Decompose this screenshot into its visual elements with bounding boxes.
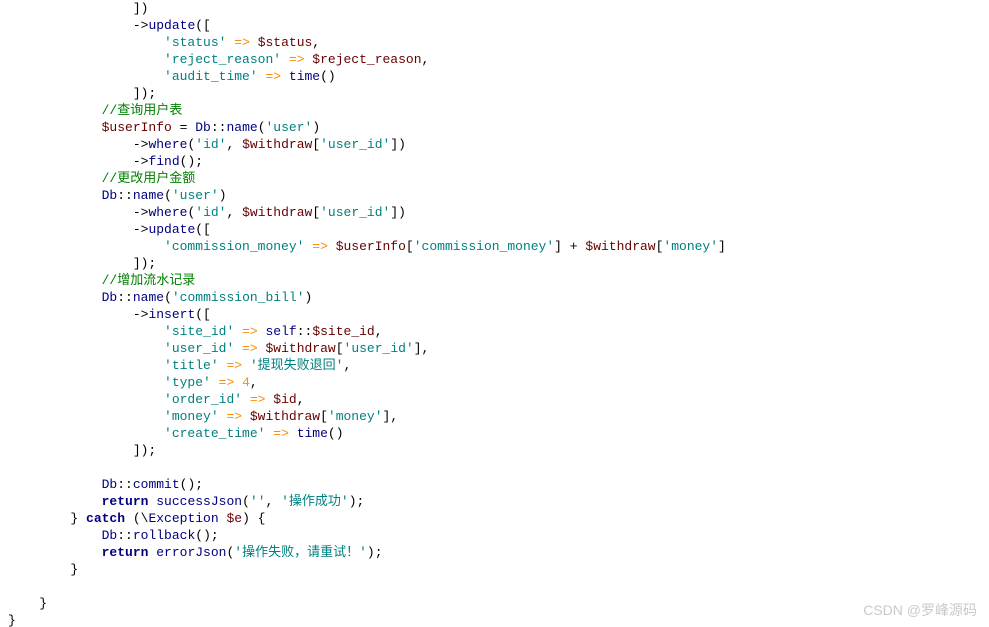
code-line: ->update([ <box>8 222 211 237</box>
code-line: ->insert([ <box>8 307 211 322</box>
code-line: 'reject_reason' => $reject_reason, <box>8 52 429 67</box>
code-line: ]) <box>8 1 148 16</box>
code-line: 'type' => 4, <box>8 375 258 390</box>
code-line: ]); <box>8 443 156 458</box>
code-line: //更改用户金额 <box>8 171 195 186</box>
code-line: return successJson('', '操作成功'); <box>8 494 364 509</box>
code-block: ]) ->update([ 'status' => $status, 'reje… <box>0 0 989 627</box>
code-line: //增加流水记录 <box>8 273 195 288</box>
code-line: ->where('id', $withdraw['user_id']) <box>8 205 406 220</box>
code-line: 'order_id' => $id, <box>8 392 305 407</box>
code-line: } catch (\Exception $e) { <box>8 511 265 526</box>
code-line <box>8 579 16 594</box>
code-line: Db::name('user') <box>8 188 227 203</box>
code-line: 'commission_money' => $userInfo['commiss… <box>8 239 726 254</box>
code-line: ]); <box>8 256 156 271</box>
code-line <box>8 460 16 475</box>
code-line: ->find(); <box>8 154 203 169</box>
code-line: $userInfo = Db::name('user') <box>8 120 320 135</box>
code-line: Db::commit(); <box>8 477 203 492</box>
code-line: 'money' => $withdraw['money'], <box>8 409 398 424</box>
code-line: 'create_time' => time() <box>8 426 344 441</box>
code-line: } <box>8 613 16 627</box>
code-line: //查询用户表 <box>8 103 182 118</box>
code-line: } <box>8 596 47 611</box>
code-line: } <box>8 562 78 577</box>
code-line: 'status' => $status, <box>8 35 320 50</box>
code-line: 'user_id' => $withdraw['user_id'], <box>8 341 429 356</box>
code-line: 'title' => '提现失败退回', <box>8 358 351 373</box>
code-line: Db::name('commission_bill') <box>8 290 312 305</box>
code-line: ]); <box>8 86 156 101</box>
code-line: Db::rollback(); <box>8 528 219 543</box>
code-line: ->update([ <box>8 18 211 33</box>
code-line: ->where('id', $withdraw['user_id']) <box>8 137 406 152</box>
code-line: 'site_id' => self::$site_id, <box>8 324 383 339</box>
code-line: 'audit_time' => time() <box>8 69 336 84</box>
code-line: return errorJson('操作失败，请重试！'); <box>8 545 383 560</box>
